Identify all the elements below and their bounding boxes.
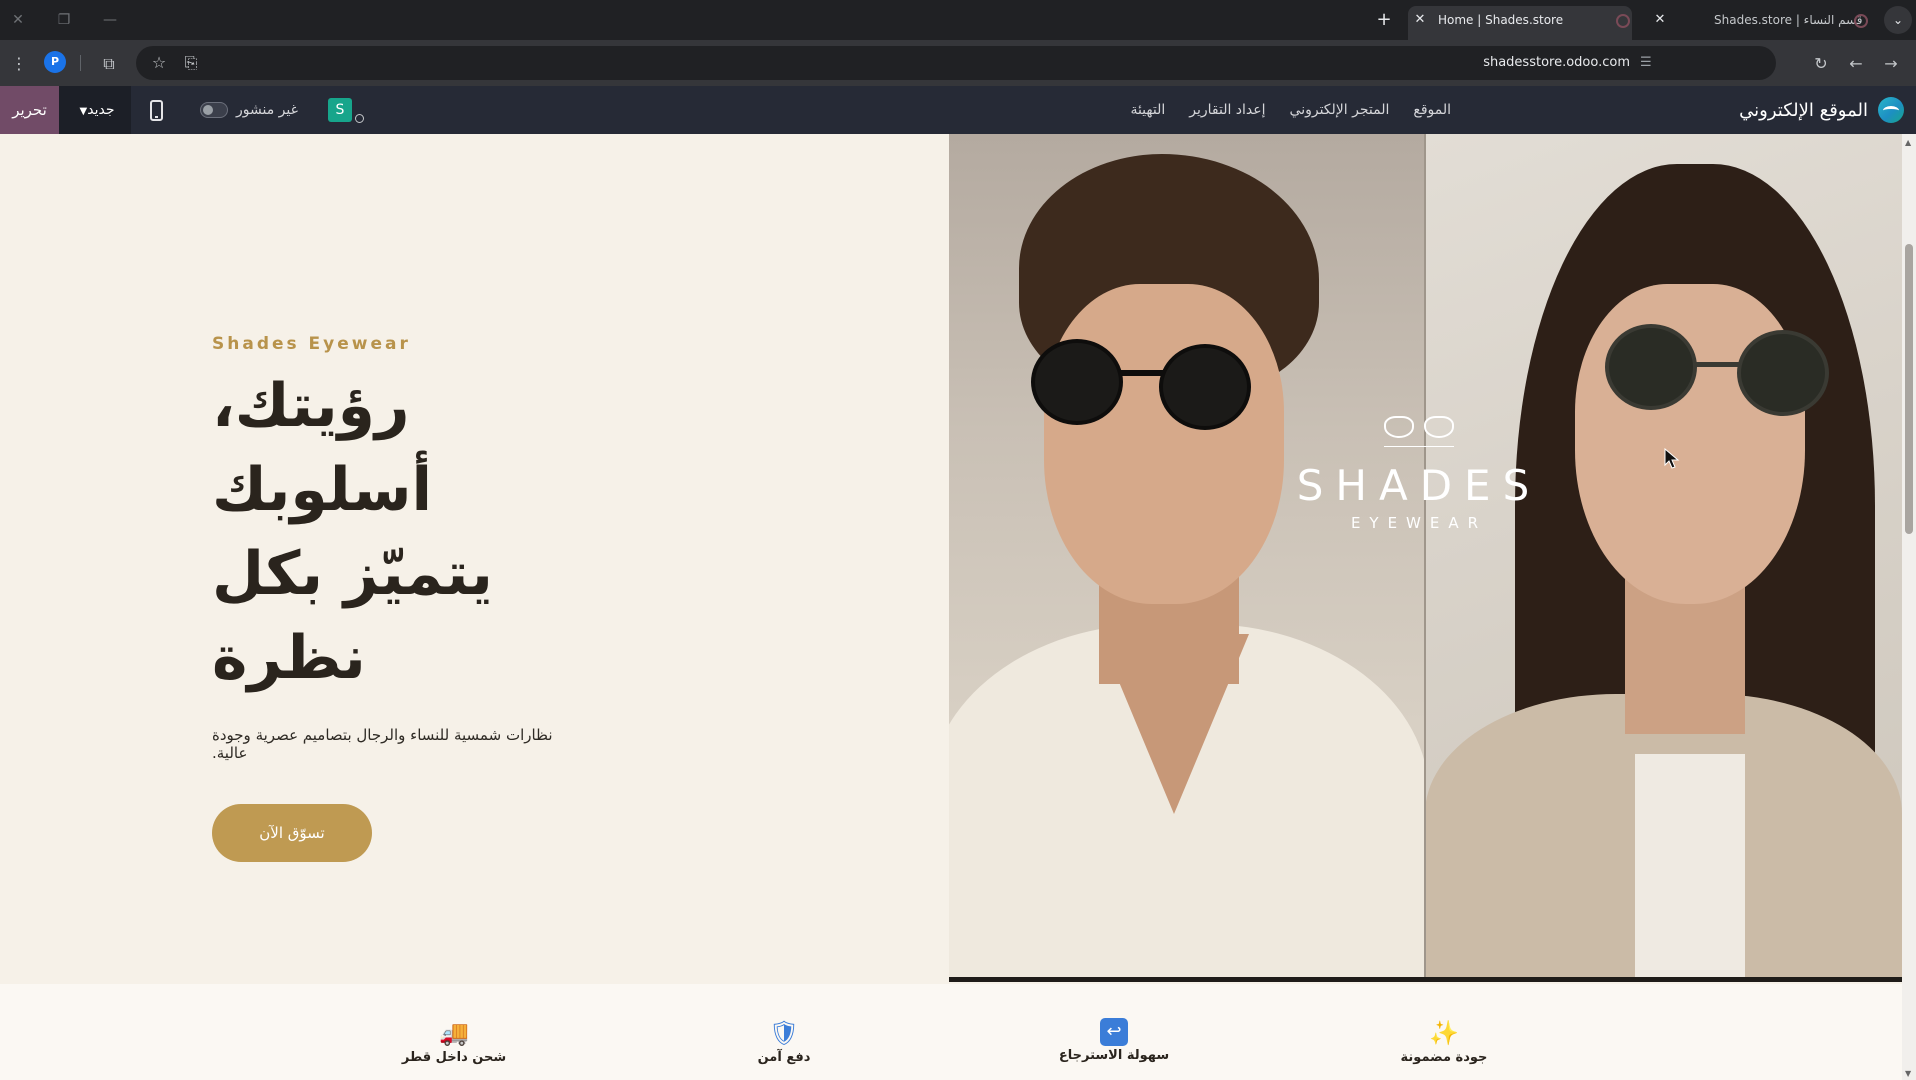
tab-title: Home | Shades.store [1438, 13, 1564, 27]
extensions-icon[interactable]: ⧉ [98, 53, 120, 75]
scroll-down-arrow-icon[interactable]: ▼ [1905, 1069, 1911, 1078]
shop-now-button[interactable]: تسوّق الآن [212, 804, 372, 862]
sparkles-icon: ✨ [1429, 1019, 1459, 1047]
menu-item-website[interactable]: الموقع [1413, 102, 1451, 118]
install-app-icon[interactable]: ⎘ [180, 52, 202, 74]
hero-photo: SHADES EYEWEAR [949, 134, 1902, 982]
minimize-window-icon[interactable]: — [98, 8, 122, 32]
site-status-dot-icon [355, 114, 364, 123]
glasses-logo-icon [1384, 414, 1454, 440]
feature-label: جودة مضمونة [1400, 1050, 1488, 1065]
features-strip: ✨ جودة مضمونة ↩ سهولة الاسترجاع 🛡 دفع آم… [0, 984, 1902, 1080]
tab-favicon-icon [1616, 14, 1630, 28]
tab-women-section[interactable]: ✕ قسم النساء | Shades.store [1648, 6, 1878, 40]
tab-search-chevron-icon[interactable]: ⌄ [1884, 6, 1912, 34]
sunglasses-lens-icon [1159, 344, 1251, 430]
feature-secure-payment: 🛡 دفع آمن [704, 1018, 864, 1065]
photo-panel-woman [1425, 134, 1902, 982]
restore-window-icon[interactable]: ❐ [52, 8, 76, 32]
site-switcher-avatar[interactable]: S [328, 98, 352, 122]
shades-logo: SHADES EYEWEAR [1249, 414, 1589, 532]
profile-avatar[interactable]: P [44, 51, 66, 73]
hero-section: Shades Eyewear رؤيتك، أسلوبك يتميّز بكل … [0, 134, 1902, 984]
browser-toolbar: ⋮ P ⧉ ☆ ⎘ shadesstore.odoo.com ☰ ↻ ← → [0, 40, 1916, 86]
scrollbar-thumb[interactable] [1905, 244, 1913, 534]
hero-headline: رؤيتك، أسلوبك يتميّز بكل نظرة [212, 364, 632, 700]
hero-headline-line-1: رؤيتك، أسلوبك [212, 371, 433, 525]
tab-home[interactable]: ✕ Home | Shades.store [1408, 6, 1632, 40]
address-bar[interactable]: ☆ ⎘ shadesstore.odoo.com ☰ [136, 46, 1776, 80]
close-tab-icon[interactable]: ✕ [1410, 6, 1430, 34]
feature-easy-returns: ↩ سهولة الاسترجاع [1034, 1018, 1194, 1063]
site-settings-icon[interactable]: ☰ [1640, 55, 1656, 71]
publish-switch[interactable] [200, 102, 228, 118]
odoo-admin-bar: الموقع الإلكتروني الموقع المتجر الإلكترو… [0, 86, 1916, 134]
hero-subheading: نظارات شمسية للنساء والرجال بتصاميم عصري… [212, 726, 553, 762]
photo-divider [1424, 134, 1426, 982]
back-arrow-icon[interactable]: ← [1845, 53, 1867, 75]
mobile-preview-icon[interactable] [150, 100, 163, 121]
shield-icon: 🛡 [768, 1019, 800, 1047]
publish-status-label: غير منشور [236, 102, 298, 118]
close-tab-icon[interactable]: ✕ [1650, 6, 1670, 34]
feature-label: دفع آمن [757, 1050, 811, 1065]
tab-title: قسم النساء | Shades.store [1714, 13, 1863, 27]
hero-text-block: Shades Eyewear رؤيتك، أسلوبك يتميّز بكل … [212, 334, 792, 862]
new-button-label: جديد [87, 102, 115, 118]
feature-label: شحن داخل قطر [401, 1050, 507, 1065]
sunglasses-lens-icon [1737, 330, 1829, 416]
hero-eyebrow: Shades Eyewear [212, 334, 411, 354]
browser-tab-strip: ✕ ❐ — + ✕ Home | Shades.store ✕ قسم النس… [0, 0, 1916, 40]
menu-item-configuration[interactable]: التهيئة [1130, 102, 1165, 118]
reload-icon[interactable]: ↻ [1810, 53, 1832, 75]
return-arrow-icon: ↩ [1100, 1018, 1128, 1046]
new-tab-button[interactable]: + [1372, 8, 1396, 32]
logo-rule [1384, 446, 1454, 447]
edit-button[interactable]: تحرير [0, 86, 59, 134]
photo-panel-man [949, 134, 1429, 982]
feature-shipping: 🚚 شحن داخل قطر [374, 1018, 534, 1065]
tab-favicon-icon [1854, 14, 1868, 28]
bookmark-star-icon[interactable]: ☆ [148, 52, 170, 74]
url-text: shadesstore.odoo.com [1483, 55, 1630, 70]
sunglasses-lens-icon [1031, 339, 1123, 425]
scroll-up-arrow-icon[interactable]: ▲ [1905, 138, 1911, 147]
new-content-button[interactable]: جديد▼ [59, 86, 131, 134]
website-logo-icon [1878, 97, 1904, 123]
delivery-truck-icon: 🚚 [439, 1019, 469, 1047]
logo-subtitle: EYEWEAR [1350, 514, 1488, 532]
page-scrollbar[interactable]: ▲ ▼ [1902, 134, 1916, 1080]
man-face-shape [1044, 284, 1284, 604]
admin-menu: الموقع المتجر الإلكتروني إعداد التقارير … [1130, 86, 1451, 134]
sunglasses-lens-icon [1605, 324, 1697, 410]
publish-toggle[interactable]: غير منشور [200, 86, 298, 134]
close-window-icon[interactable]: ✕ [6, 8, 30, 32]
brand-label: الموقع الإلكتروني [1739, 99, 1868, 121]
sunglasses-bridge [1695, 362, 1741, 367]
kebab-menu-icon[interactable]: ⋮ [8, 53, 30, 75]
menu-item-reporting[interactable]: إعداد التقارير [1189, 102, 1265, 118]
logo-title: SHADES [1296, 461, 1542, 510]
website-app-brand[interactable]: الموقع الإلكتروني [1739, 95, 1904, 125]
feature-label: سهولة الاسترجاع [1058, 1048, 1170, 1063]
toolbar-divider [80, 55, 81, 71]
mouse-cursor-icon [1664, 448, 1680, 469]
sunglasses-bridge [1119, 370, 1163, 376]
hero-headline-line-2: يتميّز بكل نظرة [212, 539, 493, 693]
menu-item-ecommerce[interactable]: المتجر الإلكتروني [1290, 102, 1390, 118]
photo-bottom-border [949, 977, 1902, 982]
forward-arrow-icon[interactable]: → [1880, 53, 1902, 75]
feature-quality: ✨ جودة مضمونة [1364, 1018, 1524, 1065]
